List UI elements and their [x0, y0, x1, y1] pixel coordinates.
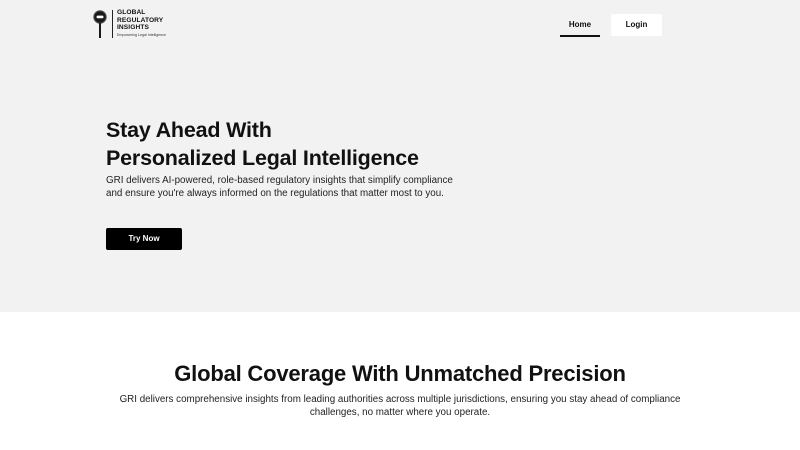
hero-title: Stay Ahead With Personalized Legal Intel… [106, 116, 526, 172]
nav-active-indicator [560, 35, 600, 37]
logo-text: GLOBAL REGULATORY INSIGHTS Empowering Le… [117, 9, 166, 38]
hero-description: GRI delivers AI-powered, role-based regu… [106, 175, 453, 199]
logo-line-1: GLOBAL [117, 9, 146, 16]
logo-tagline: Empowering Legal Intelligence [117, 32, 166, 37]
nav-home-link[interactable]: Home [560, 14, 600, 36]
coverage-description: GRI delivers comprehensive insights from… [119, 394, 681, 418]
logo-line-2: REGULATORY [117, 16, 164, 24]
login-button[interactable]: Login [611, 14, 662, 36]
site-header: GLOBAL REGULATORY INSIGHTS Empowering Le… [0, 0, 800, 50]
magnifier-logo-icon [92, 9, 108, 41]
logo-divider [112, 10, 113, 38]
hero-title-line-1: Stay Ahead With [106, 118, 272, 142]
coverage-title: Global Coverage With Unmatched Precision [174, 361, 626, 386]
logo[interactable]: GLOBAL REGULATORY INSIGHTS Empowering Le… [92, 9, 182, 43]
logo-line-3: INSIGHTS [117, 24, 149, 32]
hero-title-line-2: Personalized Legal Intelligence [106, 146, 419, 170]
try-now-button[interactable]: Try Now [106, 228, 182, 250]
